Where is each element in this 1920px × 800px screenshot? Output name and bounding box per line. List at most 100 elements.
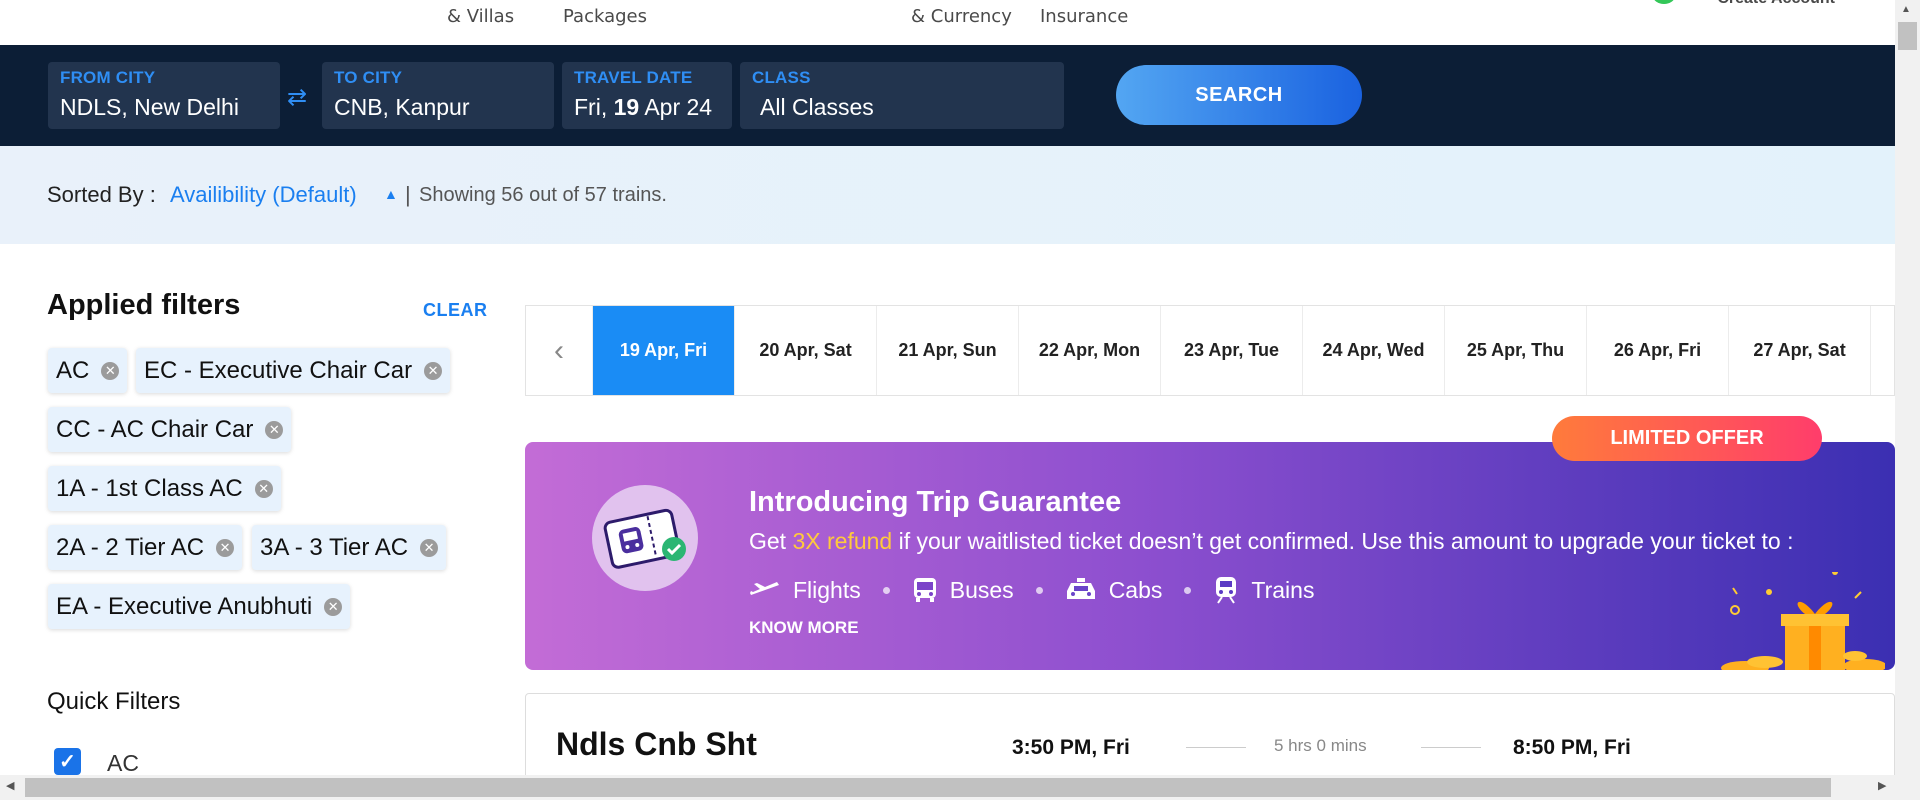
promo-title: Introducing Trip Guarantee xyxy=(749,486,1122,518)
swap-arrows-icon[interactable]: ⇄ xyxy=(287,83,307,112)
create-account-link[interactable]: Create Account xyxy=(1717,0,1835,8)
chevron-left-icon[interactable]: ‹ xyxy=(526,306,592,395)
nav-label: & Villas xyxy=(447,6,515,27)
nav-item-packages[interactable]: Packages xyxy=(563,0,647,27)
sort-bar: Sorted By : Availibility (Default) ▲ | S… xyxy=(0,146,1895,244)
applied-filters-title: Applied filters xyxy=(47,289,241,321)
sort-separator: | xyxy=(405,182,411,207)
top-navigation: & Villas Packages & Currency Insurance C… xyxy=(0,0,1895,45)
promo-refund-highlight: 3X refund xyxy=(792,528,893,554)
mode-separator-dot xyxy=(1184,586,1192,594)
filter-chip-3a[interactable]: 3A - 3 Tier AC ✕ xyxy=(252,525,447,570)
nav-label: Insurance xyxy=(1040,6,1129,27)
chip-label: EA - Executive Anubhuti xyxy=(56,592,313,620)
date-tab[interactable]: 22 Apr, Mon xyxy=(1018,306,1160,395)
to-city-value: CNB, Kanpur xyxy=(334,94,470,120)
close-icon[interactable]: ✕ xyxy=(101,361,120,380)
chip-label: CC - AC Chair Car xyxy=(56,415,254,443)
sort-label: Sorted By : xyxy=(47,182,156,207)
travel-date-label: TRAVEL DATE xyxy=(574,68,693,87)
date-tab[interactable]: 19 Apr, Fri xyxy=(592,306,734,395)
date-tab[interactable]: 27 Apr, Sat xyxy=(1728,306,1870,395)
scrollbar-thumb[interactable] xyxy=(25,778,1831,797)
account-icon[interactable] xyxy=(1653,0,1675,4)
sort-dropdown[interactable]: Availibility (Default) xyxy=(170,182,357,208)
scroll-right-icon[interactable]: ▶ xyxy=(1878,779,1886,792)
chip-label: 3A - 3 Tier AC xyxy=(260,533,409,561)
results-count: Showing 56 out of 57 trains. xyxy=(419,184,667,206)
scrollbar-thumb[interactable] xyxy=(1898,22,1917,50)
clear-filters-button[interactable]: CLEAR xyxy=(423,300,488,321)
chip-label: 2A - 2 Tier AC xyxy=(56,533,205,561)
duration-line xyxy=(1186,747,1246,748)
date-tab[interactable]: 24 Apr, Wed xyxy=(1302,306,1444,395)
duration-line xyxy=(1421,747,1481,748)
filter-chip-1a[interactable]: 1A - 1st Class AC ✕ xyxy=(48,466,281,511)
quick-filters-title: Quick Filters xyxy=(47,688,181,715)
journey-duration: 5 hrs 0 mins xyxy=(1274,736,1367,755)
promo-desc-pre: Get xyxy=(749,528,793,554)
know-more-link[interactable]: KNOW MORE xyxy=(749,618,859,638)
close-icon[interactable]: ✕ xyxy=(324,597,343,616)
search-bar: FROM CITY NDLS, New Delhi ⇄ TO CITY CNB,… xyxy=(0,45,1895,146)
filter-chip-2a[interactable]: 2A - 2 Tier AC ✕ xyxy=(48,525,243,570)
from-city-value: NDLS, New Delhi xyxy=(60,94,239,120)
date-tab-partial[interactable] xyxy=(1870,306,1894,395)
vertical-scrollbar[interactable]: ▲ xyxy=(1895,0,1920,800)
date-day: 19 xyxy=(613,94,640,120)
filter-chip-cc[interactable]: CC - AC Chair Car ✕ xyxy=(48,407,292,452)
train-icon xyxy=(1216,577,1237,604)
search-button[interactable]: SEARCH xyxy=(1116,65,1362,125)
travel-modes: Flights Buses Cabs Trains xyxy=(749,575,1314,605)
arrival-time: 8:50 PM, Fri xyxy=(1513,736,1631,759)
to-city-field[interactable]: TO CITY CNB, Kanpur xyxy=(322,62,554,129)
nav-label: & Currency xyxy=(911,6,1012,27)
date-month-year: Apr 24 xyxy=(644,94,713,120)
horizontal-scrollbar[interactable]: ◀ ▶ xyxy=(0,775,1895,800)
mode-separator-dot xyxy=(1035,586,1043,594)
nav-item-villas[interactable]: & Villas xyxy=(447,0,514,27)
date-weekday: Fri, xyxy=(574,94,608,120)
promo-description: Get 3X refund if your waitlisted ticket … xyxy=(749,528,1794,555)
close-icon[interactable]: ✕ xyxy=(216,538,235,557)
scroll-up-icon[interactable]: ▲ xyxy=(1901,4,1911,15)
date-tab[interactable]: 25 Apr, Thu xyxy=(1444,306,1586,395)
mode-trains: Trains xyxy=(1213,575,1314,605)
quick-filter-ac-checkbox[interactable]: ✓ xyxy=(54,748,81,775)
date-tab[interactable]: 23 Apr, Tue xyxy=(1160,306,1302,395)
travel-date-field[interactable]: TRAVEL DATE Fri, 19 Apr 24 xyxy=(562,62,732,129)
scroll-left-icon[interactable]: ◀ xyxy=(6,779,14,792)
mode-cabs: Cabs xyxy=(1065,576,1163,604)
class-field[interactable]: CLASS All Classes xyxy=(740,62,1064,129)
nav-item-currency[interactable]: & Currency xyxy=(911,0,1012,27)
to-city-label: TO CITY xyxy=(334,68,403,87)
close-icon[interactable]: ✕ xyxy=(265,420,284,439)
date-strip: ‹ 19 Apr, Fri 20 Apr, Sat 21 Apr, Sun 22… xyxy=(525,305,1895,396)
limited-offer-badge: LIMITED OFFER xyxy=(1552,416,1822,461)
filter-chip-ea[interactable]: EA - Executive Anubhuti ✕ xyxy=(48,584,351,629)
filter-chip-ac[interactable]: AC ✕ xyxy=(48,348,128,393)
plane-icon xyxy=(750,582,779,595)
mode-separator-dot xyxy=(882,586,890,594)
date-tab[interactable]: 21 Apr, Sun xyxy=(876,306,1018,395)
date-tab[interactable]: 26 Apr, Fri xyxy=(1586,306,1728,395)
mode-label: Cabs xyxy=(1108,576,1163,603)
close-icon[interactable]: ✕ xyxy=(420,538,439,557)
mode-flights: Flights xyxy=(749,577,861,604)
chip-label: 1A - 1st Class AC xyxy=(56,474,243,502)
mode-label: Trains xyxy=(1251,576,1315,603)
travel-date-value: Fri, 19 Apr 24 xyxy=(574,94,720,121)
close-icon[interactable]: ✕ xyxy=(254,479,273,498)
close-icon[interactable]: ✕ xyxy=(424,361,443,380)
date-tab[interactable]: 20 Apr, Sat xyxy=(734,306,876,395)
train-name: Ndls Cnb Sht xyxy=(556,726,757,762)
trip-guarantee-banner[interactable]: Introducing Trip Guarantee Get 3X refund… xyxy=(525,442,1895,670)
from-city-field[interactable]: FROM CITY NDLS, New Delhi xyxy=(48,62,280,129)
filter-chip-ec[interactable]: EC - Executive Chair Car ✕ xyxy=(136,348,451,393)
chevron-up-icon[interactable]: ▲ xyxy=(384,186,398,202)
page: & Villas Packages & Currency Insurance C… xyxy=(0,0,1920,800)
nav-item-insurance[interactable]: Insurance xyxy=(1040,0,1128,27)
from-city-label: FROM CITY xyxy=(60,68,156,87)
class-label: CLASS xyxy=(752,68,811,87)
car-icon xyxy=(1066,578,1095,599)
